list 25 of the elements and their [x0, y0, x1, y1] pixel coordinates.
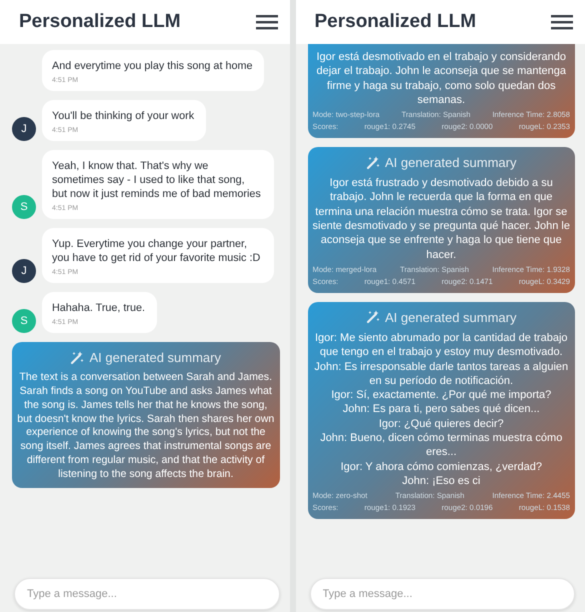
- message-text: Yup. Everytime you change your partner, you have to get rid of your favorite music :D: [52, 237, 262, 266]
- message-text: And everytime you play this song at home: [52, 59, 252, 74]
- magic-wand-icon: [366, 310, 380, 324]
- avatar: S: [12, 195, 36, 220]
- app-title: Personalized LLM: [314, 11, 476, 33]
- magic-wand-icon: [366, 156, 380, 170]
- message-text: You'll be thinking of your work: [52, 109, 194, 124]
- summary-title: AI generated summary: [89, 350, 221, 366]
- summary-text: Igor está desmotivado en el trabajo y considerando dejar el trabajo. John le aconseja que se mantenga firme y haga su trabajo, como solo quedan dos semanas.: [315, 50, 567, 108]
- magic-wand-icon: [70, 350, 84, 365]
- summary-text: Igor: Me siento abrumado por la cantidad de trabajo que tengo en el trabajo y estoy muy desmotivado. John: Es irresponsable darle tantos tareas a alguien en su período de notificación. Igor: Sí, exactamente. ¿Por qué me importa? John: Es para ti, pero sabes qué dicen... Igor: ¿Qué quieres decir? John: Bueno, dicen cómo terminas muestra cómo eres... Igor: Y ahora cómo comienzas, ¿verdad? John: ¡Eso es ci: [313, 330, 570, 488]
- message-input[interactable]: Type a message...: [310, 578, 575, 610]
- avatar: S: [12, 309, 36, 334]
- summary-title: AI generated summary: [384, 310, 516, 325]
- summary-text: The text is a conversation between Sarah and James. Sarah finds a song on YouTube and asks James what the song is. James tells her that he knows the song, but doesn't know the lyrics. Sarah then shares her own experience of knowing the song's lyrics, but not the song itself. James agrees that instrumental songs are different from regular music, and that the activity of listening to the song affects the brain.: [17, 371, 274, 482]
- message-input[interactable]: Type a message...: [14, 578, 280, 610]
- menu-button[interactable]: [549, 12, 575, 32]
- avatar: J: [12, 117, 36, 142]
- app-title: Personalized LLM: [19, 11, 181, 33]
- message-text: Yeah, I know that. That's why we sometimes say - I used to like that song, but now it just reminds me of bad memories: [52, 159, 262, 202]
- summary-title: AI generated summary: [384, 155, 516, 170]
- avatar: J: [12, 259, 36, 284]
- message-text: Hahaha. True, true.: [52, 301, 146, 316]
- summary-text: Igor está frustrado y desmotivado debido a su trabajo. John le recuerda que la forma en que termina una relación muestra cómo se trata. Igor se siente desmotivado y se pregunta qué hacer. John le aconseja que se enfrente y haga lo que tiene que hacer.: [312, 176, 570, 262]
- menu-button[interactable]: [254, 12, 280, 32]
